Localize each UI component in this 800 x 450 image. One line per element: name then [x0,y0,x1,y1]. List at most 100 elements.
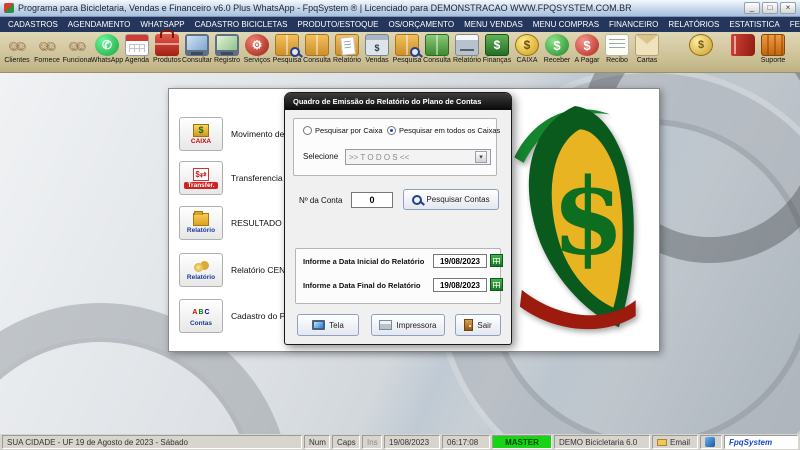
receipt-icon [605,34,629,56]
coins-icon [193,260,209,273]
window-title: Programa para Bicicletaria, Vendas e Fin… [18,3,740,13]
status-num: Num [304,435,330,449]
toolbar-item-coin[interactable] [686,33,716,57]
status-location: SUA CIDADE - UF 19 de Agosto de 2023 - S… [2,435,302,449]
clients-people-icon [5,34,29,56]
toolbar-item-receber[interactable]: Receber [542,33,572,64]
consult-box-icon [305,34,329,56]
close-button[interactable]: × [780,2,796,14]
movimento-caixa-button[interactable]: CAIXA [179,117,223,151]
window-titlebar: Programa para Bicicletaria, Vendas e Fin… [0,0,800,17]
toolbar-item-financas[interactable]: Finanças [482,33,512,64]
transferencia-button[interactable]: Transfer. [179,161,223,195]
selecione-label: Selecione [303,152,338,161]
menu-ferramentas[interactable]: FERRAMENTAS [785,17,800,32]
plano-contas-button[interactable]: ABC Contas [179,299,223,333]
support-crate-icon [761,34,785,56]
caixa-combobox[interactable]: >> T O D O S << ▾ [345,149,491,165]
radio-por-caixa[interactable]: Pesquisar por Caixa [303,126,383,135]
dialog-title[interactable]: Quadro de Emissão do Relatório do Plano … [285,93,511,110]
radio-selected-icon[interactable] [387,126,396,135]
menu-cadastros[interactable]: CADASTROS [3,17,63,32]
pesquisar-contas-button[interactable]: Pesquisar Contas [403,189,499,210]
toolbox-icon [155,34,179,56]
radio-unselected-icon[interactable] [303,126,312,135]
resultado-geral-button[interactable]: Relatório [179,206,223,240]
toolbar-item-registro[interactable]: Registro [212,33,242,64]
letters-envelope-icon [635,34,659,56]
status-time: 06:17:08 [442,435,490,449]
monitor-register-icon [215,34,239,56]
menu-agendamento[interactable]: AGENDAMENTO [63,17,136,32]
menu-financeiro[interactable]: FINANCEIRO [604,17,663,32]
status-email[interactable]: Email [652,435,698,449]
report-doc-icon [335,34,359,56]
toolbar-item-funciona[interactable]: Funciona [62,33,92,64]
toolbar-item-consulta-vendas[interactable]: Consulta [422,33,452,64]
folder-report-icon [193,213,209,226]
magnifier-icon [290,47,300,57]
centro-custo-button[interactable]: Relatório [179,253,223,287]
pay-dollar-icon [575,34,599,56]
transfer-money-icon [193,168,209,181]
svg-text:$: $ [552,155,625,278]
toolbar-item-servicos[interactable]: Serviços [242,33,272,64]
toolbar-item-apagar[interactable]: A Pagar [572,33,602,64]
menu-menu-compras[interactable]: MENU COMPRAS [528,17,604,32]
toolbar-item-produtos[interactable]: Produtos [152,33,182,64]
toolbar-item-consulta-os[interactable]: Consulta [302,33,332,64]
toolbar-item-recibo[interactable]: Recibo [602,33,632,64]
menu-estatistica[interactable]: ESTATISTICA [724,17,784,32]
cash-coin-icon [515,34,539,56]
toolbar-item-pesquisa-os[interactable]: Pesquisa [272,33,302,64]
conta-input[interactable]: 0 [351,192,393,208]
toolbar-item-agenda[interactable]: Agenda [122,33,152,64]
tela-button[interactable]: Tela [297,314,359,336]
menu-os-orcamento[interactable]: OS/ORÇAMENTO [383,17,459,32]
menu-relatorios[interactable]: RELATÓRIOS [663,17,724,32]
data-final-input[interactable]: 19/08/2023 [433,278,487,292]
data-inicial-label: Informe a Data Inicial do Relatório [303,257,424,266]
radio-todos-caixas[interactable]: Pesquisar em todos os Caixas [387,126,500,135]
data-final-label: Informe a Data Final do Relatório [303,281,421,290]
minimize-button[interactable]: _ [744,2,760,14]
toolbar-item-caixa[interactable]: CAIXA [512,33,542,64]
toolbar-item-suporte[interactable]: Suporte [758,33,788,64]
menu-produto-estoque[interactable]: PRODUTO/ESTOQUE [292,17,383,32]
toolbar-item-relatorio-vendas[interactable]: Relatório [452,33,482,64]
workspace: CAIXA Movimento de Caixa Transfer. Trans… [0,73,800,434]
status-app-icon-segment [700,435,722,449]
status-app-name: DEMO Bicicletaria 6.0 [554,435,650,449]
calendar-picker-icon[interactable] [490,278,503,291]
menu-cadastro-bicicletas[interactable]: CADASTRO BICICLETAS [190,17,293,32]
status-ins: Ins [362,435,382,449]
toolbar-item-relatorio-os[interactable]: Relatório [332,33,362,64]
toolbar-item-pesquisa-vendas[interactable]: Pesquisa [392,33,422,64]
coin-icon [689,34,713,56]
chevron-down-icon[interactable]: ▾ [475,151,487,163]
report-printer-icon [455,34,479,56]
menu-menu-vendas[interactable]: MENU VENDAS [459,17,528,32]
toolbar-item-fornece[interactable]: Fornece [32,33,62,64]
impressora-button[interactable]: Impressora [371,314,445,336]
employees-people-icon [65,34,89,56]
sair-button[interactable]: Sair [455,314,501,336]
magnifier-icon [412,195,422,205]
maximize-button[interactable]: □ [762,2,778,14]
toolbar-item-cartas[interactable]: Cartas [632,33,662,64]
toolbar-item-manual[interactable] [728,33,758,57]
cash-book-icon [193,124,209,137]
toolbar-item-consultar[interactable]: Consultar [182,33,212,64]
receive-dollar-icon [545,34,569,56]
data-inicial-input[interactable]: 19/08/2023 [433,254,487,268]
toolbar-item-vendas[interactable]: Vendas [362,33,392,64]
sales-register-icon [365,34,389,56]
app-mini-icon [705,437,715,447]
status-user-badge: MASTER [492,435,552,449]
calendar-icon [125,34,149,56]
manual-book-icon [731,34,755,56]
calendar-picker-icon[interactable] [490,254,503,267]
toolbar-item-clientes[interactable]: Clientes [2,33,32,64]
consult-green-box-icon [425,34,449,56]
toolbar-item-whatsapp[interactable]: WhatsApp [92,33,122,64]
